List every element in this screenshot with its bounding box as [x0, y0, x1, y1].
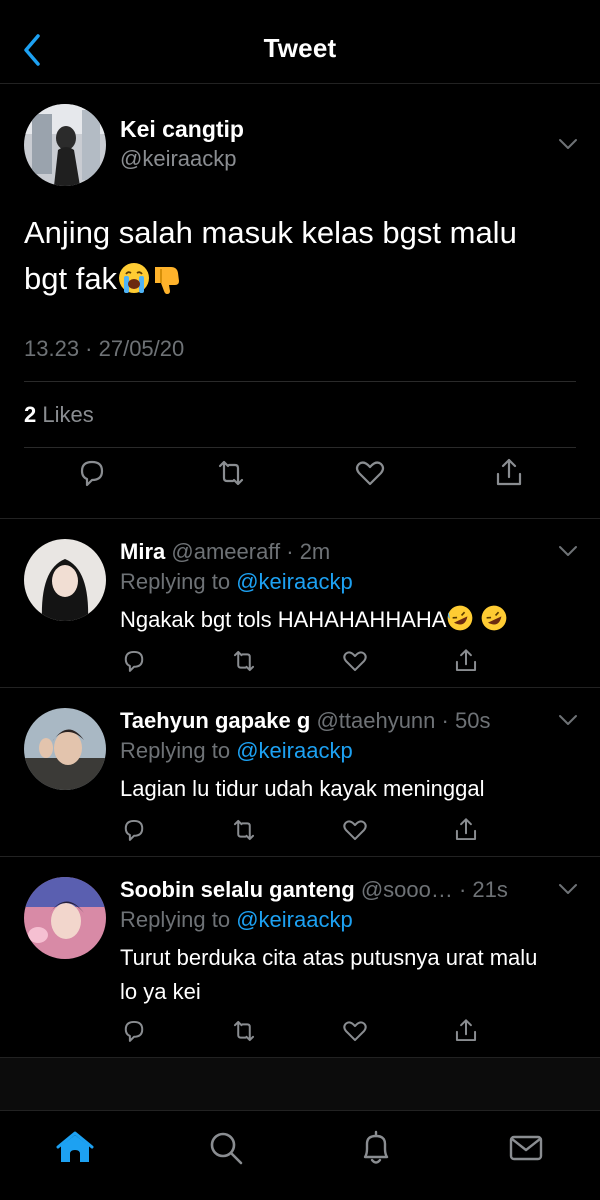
reply-tweet[interactable]: Taehyun gapake g @ttaehyunn · 50s Replyi…	[0, 688, 600, 857]
tweet-actions	[0, 456, 600, 506]
home-icon[interactable]	[56, 1129, 94, 1167]
messages-icon[interactable]	[507, 1129, 545, 1167]
search-icon[interactable]	[207, 1129, 245, 1167]
reply-time: · 21s	[452, 877, 508, 902]
avatar[interactable]	[24, 877, 106, 959]
reply-header: Taehyun gapake g @ttaehyunn · 50s	[120, 708, 490, 734]
notifications-icon[interactable]	[357, 1129, 395, 1167]
share-icon[interactable]	[452, 1017, 480, 1045]
like-icon[interactable]	[341, 1017, 369, 1045]
tweet-timestamp: 13.23 · 27/05/20	[24, 336, 185, 361]
reply-author-handle[interactable]: @sooo…	[361, 877, 453, 902]
empty-area	[0, 1058, 600, 1110]
likes-number: 2	[24, 402, 37, 427]
replying-to: Replying to @keiraackp	[120, 569, 353, 595]
reply-author-name[interactable]: Soobin selalu ganteng	[120, 877, 355, 902]
likes-label: Likes	[36, 402, 94, 427]
reply-tweet[interactable]: Mira @ameeraff · 2m Replying to @keiraac…	[0, 519, 600, 688]
mention-link[interactable]: @keiraackp	[236, 907, 353, 932]
reply-body: Ngakak bgt tols HAHAHAHHAHA	[120, 607, 447, 632]
reply-time: · 50s	[435, 708, 491, 733]
page-title: Tweet	[263, 33, 337, 63]
reply-author-name[interactable]: Taehyun gapake g	[120, 708, 310, 733]
reply-actions	[0, 816, 600, 846]
replying-to: Replying to @keiraackp	[120, 738, 353, 764]
reply-text: Lagian lu tidur udah kayak meninggal	[120, 776, 485, 801]
top-bar: Tweet	[0, 0, 600, 84]
replying-prefix: Replying to	[120, 738, 237, 763]
reply-actions	[0, 647, 600, 677]
reply-header: Mira @ameeraff · 2m	[120, 539, 330, 565]
replying-to: Replying to @keiraackp	[120, 907, 353, 933]
share-icon[interactable]	[492, 456, 526, 490]
author-handle[interactable]: @keiraackp	[120, 146, 237, 172]
reply-actions	[0, 1017, 600, 1047]
avatar[interactable]	[24, 708, 106, 790]
like-icon[interactable]	[353, 456, 387, 490]
divider	[24, 381, 576, 382]
rofl-emoji-icon	[482, 605, 507, 631]
reply-header: Soobin selalu ganteng @sooo… · 21s	[120, 877, 508, 903]
divider	[24, 447, 576, 448]
avatar[interactable]	[24, 104, 106, 186]
reply-icon[interactable]	[120, 816, 148, 844]
reply-time: · 2m	[280, 539, 331, 564]
tweet-body: Anjing salah masuk kelas bgst malu bgt f…	[24, 215, 517, 296]
reply-tweet[interactable]: Soobin selalu ganteng @sooo… · 21s Reply…	[0, 857, 600, 1058]
retweet-icon[interactable]	[214, 456, 248, 490]
reply-icon[interactable]	[120, 1017, 148, 1045]
likes-count[interactable]: 2 Likes	[24, 402, 94, 428]
chevron-down-icon[interactable]	[556, 543, 580, 559]
replying-prefix: Replying to	[120, 569, 237, 594]
thumbs-down-icon	[155, 267, 180, 294]
reply-icon[interactable]	[120, 647, 148, 675]
reply-author-handle[interactable]: @ttaehyunn	[316, 708, 435, 733]
retweet-icon[interactable]	[230, 1017, 258, 1045]
tweet-text: Anjing salah masuk kelas bgst malu bgt f…	[24, 210, 564, 302]
bottom-tab-bar	[0, 1110, 600, 1200]
mention-link[interactable]: @keiraackp	[236, 738, 353, 763]
reply-text: Ngakak bgt tols HAHAHAHHAHA	[120, 603, 560, 637]
rofl-emoji-icon	[448, 605, 473, 631]
like-icon[interactable]	[341, 816, 369, 844]
avatar[interactable]	[24, 539, 106, 621]
like-icon[interactable]	[341, 647, 369, 675]
retweet-icon[interactable]	[230, 816, 258, 844]
reply-icon[interactable]	[75, 456, 109, 490]
main-tweet: Kei cangtip @keiraackp Anjing salah masu…	[0, 84, 600, 519]
reply-text: Turut berduka cita atas putusnya urat ma…	[120, 945, 538, 1004]
chevron-down-icon[interactable]	[556, 136, 580, 152]
author-name[interactable]: Kei cangtip	[120, 116, 244, 143]
share-icon[interactable]	[452, 647, 480, 675]
reply-author-name[interactable]: Mira	[120, 539, 165, 564]
reply-author-handle[interactable]: @ameeraff	[171, 539, 280, 564]
crying-face-icon	[119, 263, 150, 293]
retweet-icon[interactable]	[230, 647, 258, 675]
chevron-down-icon[interactable]	[556, 881, 580, 897]
chevron-down-icon[interactable]	[556, 712, 580, 728]
mention-link[interactable]: @keiraackp	[236, 569, 353, 594]
share-icon[interactable]	[452, 816, 480, 844]
replying-prefix: Replying to	[120, 907, 237, 932]
